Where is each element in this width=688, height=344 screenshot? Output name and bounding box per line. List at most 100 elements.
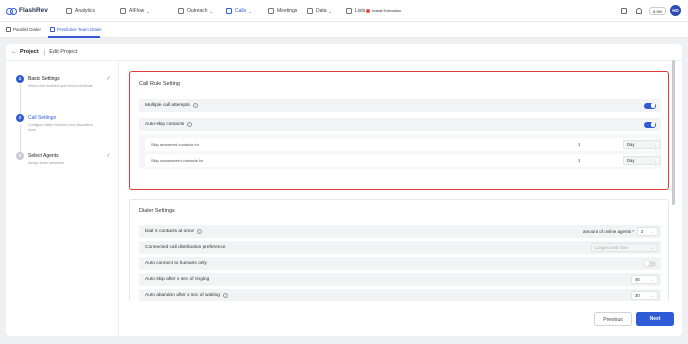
divider — [43, 48, 45, 56]
step-title: Select Agents — [28, 153, 59, 159]
breadcrumb-project[interactable]: Project — [20, 49, 39, 55]
step-number: 2 — [16, 114, 24, 122]
row-label: Auto skip after x sec of ringing — [145, 277, 210, 282]
auto-skip-ringing-select[interactable]: 45 ⌄ — [631, 275, 658, 284]
section-title: Dialer Settings — [139, 208, 175, 214]
step-description: Select dial numbers and select shortcuts — [28, 84, 93, 88]
skip-answered-input[interactable]: 1 — [575, 140, 619, 149]
distribution-select[interactable]: Longest wait time ⌄ — [591, 243, 658, 252]
call-rule-card: Call Rule Setting Multiple call attempts… — [129, 71, 669, 190]
auto-skip-contacts-toggle[interactable] — [644, 121, 656, 128]
row-label: Skip unanswered contacts for — [151, 158, 204, 163]
data-icon — [307, 8, 313, 14]
info-icon[interactable]: i — [197, 229, 203, 234]
nav-label: Calls — [235, 8, 247, 14]
step-title: Call Settings — [28, 115, 57, 121]
sub-tabs: Parallel Dialer Predictive Team Dialer — [0, 22, 688, 38]
auto-skip-contacts-row: Auto-skip contacts i — [139, 118, 661, 131]
chevron-down-icon: ⌄ — [209, 8, 213, 14]
chevron-down-icon: ⌄ — [248, 8, 252, 14]
avatar[interactable]: HD — [670, 5, 681, 16]
nav-data[interactable]: Data ⌄ — [307, 8, 332, 14]
nav-label: AIFlow — [129, 8, 145, 14]
page-header: ← Project Edit Project — [6, 44, 682, 61]
chevron-down-icon: ⌄ — [146, 8, 150, 14]
dialer-icon — [6, 27, 11, 32]
install-extension-link[interactable]: Install Extension — [366, 8, 401, 13]
back-arrow-icon[interactable]: ← — [11, 49, 17, 55]
skip-unanswered-unit-select[interactable]: Day ⌄ — [623, 156, 661, 165]
credit-balance[interactable]: 8.9M — [649, 7, 666, 15]
select-value: Day — [627, 158, 635, 163]
nav-label: Data — [316, 8, 327, 14]
nav-label: Meetings — [277, 8, 298, 14]
step-description: Assign team members — [28, 161, 64, 165]
section-title: Call Rule Setting — [139, 81, 180, 87]
chevron-down-icon: ⌄ — [654, 159, 657, 163]
next-button[interactable]: Next — [636, 312, 674, 326]
select-value: Longest wait time — [595, 245, 628, 250]
skip-answered-unit-select[interactable]: Day ⌄ — [623, 140, 661, 149]
settings-content: Call Rule Setting Multiple call attempts… — [119, 61, 682, 301]
chevron-down-icon: ⌄ — [651, 246, 654, 250]
auto-skip-ringing-row: Auto skip after x sec of ringing 45 ⌄ — [139, 273, 661, 286]
step-description: Configure dialer behavior and dispositio… — [28, 123, 94, 132]
analytics-icon — [66, 8, 72, 14]
row-label: Auto-skip contacts — [145, 122, 185, 127]
nav-calls[interactable]: Calls ⌄ — [226, 8, 251, 14]
tab-label: Predictive Team Dialer — [57, 27, 102, 32]
bell-icon[interactable] — [636, 8, 642, 14]
install-label: Install Extension — [372, 8, 402, 13]
auto-connect-row: Auto connect to humans only — [139, 257, 661, 270]
step-connector — [19, 125, 21, 153]
nav-lists[interactable]: Lists — [346, 8, 365, 14]
info-icon[interactable]: i — [192, 103, 198, 108]
previous-button[interactable]: Previous — [594, 312, 632, 326]
gift-icon[interactable] — [621, 8, 627, 14]
row-label: Auto abandon after x sec of waiting — [145, 293, 220, 298]
multiple-call-attempts-toggle[interactable] — [644, 102, 656, 109]
skip-unanswered-row: Skip unanswered contacts for 1 Day ⌄ — [145, 154, 661, 167]
online-agents-select[interactable]: 2 ⌄ — [637, 227, 658, 236]
tab-predictive-team-dialer[interactable]: Predictive Team Dialer — [50, 27, 102, 32]
step-title: Basic Settings — [28, 76, 60, 82]
main-panel: ← Project Edit Project 1 Basic Settings … — [6, 44, 682, 336]
row-label: Connected call distribution preference — [145, 245, 226, 250]
chevron-down-icon: ⌄ — [654, 143, 657, 147]
lists-icon — [346, 8, 352, 14]
check-icon: ✓ — [106, 76, 112, 82]
skip-unanswered-input[interactable]: 1 — [575, 156, 619, 165]
team-dialer-icon — [50, 27, 55, 32]
auto-connect-toggle[interactable] — [644, 260, 656, 267]
nav-outreach[interactable]: Outreach ⌄ — [178, 8, 213, 14]
logo-mark-icon — [6, 7, 17, 15]
check-icon: ✓ — [106, 153, 112, 159]
nav-analytics[interactable]: Analytics — [66, 8, 95, 14]
logo[interactable]: FlashRev — [6, 7, 58, 15]
phone-icon — [226, 8, 232, 14]
call-distribution-row: Connected call distribution preference L… — [139, 241, 661, 254]
dial-x-contacts-row: Dial X contacts at once i amount of onli… — [139, 225, 661, 238]
nav-label: Outreach — [187, 8, 208, 14]
auto-abandon-select[interactable]: 30 ⌄ — [631, 291, 658, 300]
select-value: 2 — [641, 229, 644, 234]
info-icon[interactable]: i — [222, 293, 228, 298]
tab-parallel-dialer[interactable]: Parallel Dialer — [6, 27, 41, 32]
chevron-down-icon: ⌄ — [651, 278, 654, 282]
nav-aiflow[interactable]: AIFlow ⌄ — [120, 8, 150, 14]
nav-meetings[interactable]: Meetings — [268, 8, 297, 14]
auto-abandon-row: Auto abandon after x sec of waiting i 30… — [139, 289, 661, 301]
chevron-down-icon: ⌄ — [651, 294, 654, 298]
info-icon[interactable]: i — [187, 122, 193, 127]
active-tab-indicator — [48, 36, 100, 38]
dialer-settings-card: Dialer Settings Dial X contacts at once … — [129, 199, 669, 301]
chevron-down-icon: ⌄ — [328, 8, 332, 14]
app-name: FlashRev — [19, 7, 48, 14]
chrome-icon — [366, 8, 370, 13]
content-scrollbar[interactable] — [672, 60, 675, 205]
aiflow-icon — [120, 8, 126, 14]
tab-label: Parallel Dialer — [13, 27, 42, 32]
outreach-icon — [178, 8, 184, 14]
select-value: 30 — [635, 293, 640, 298]
nav-label: Lists — [355, 8, 366, 14]
